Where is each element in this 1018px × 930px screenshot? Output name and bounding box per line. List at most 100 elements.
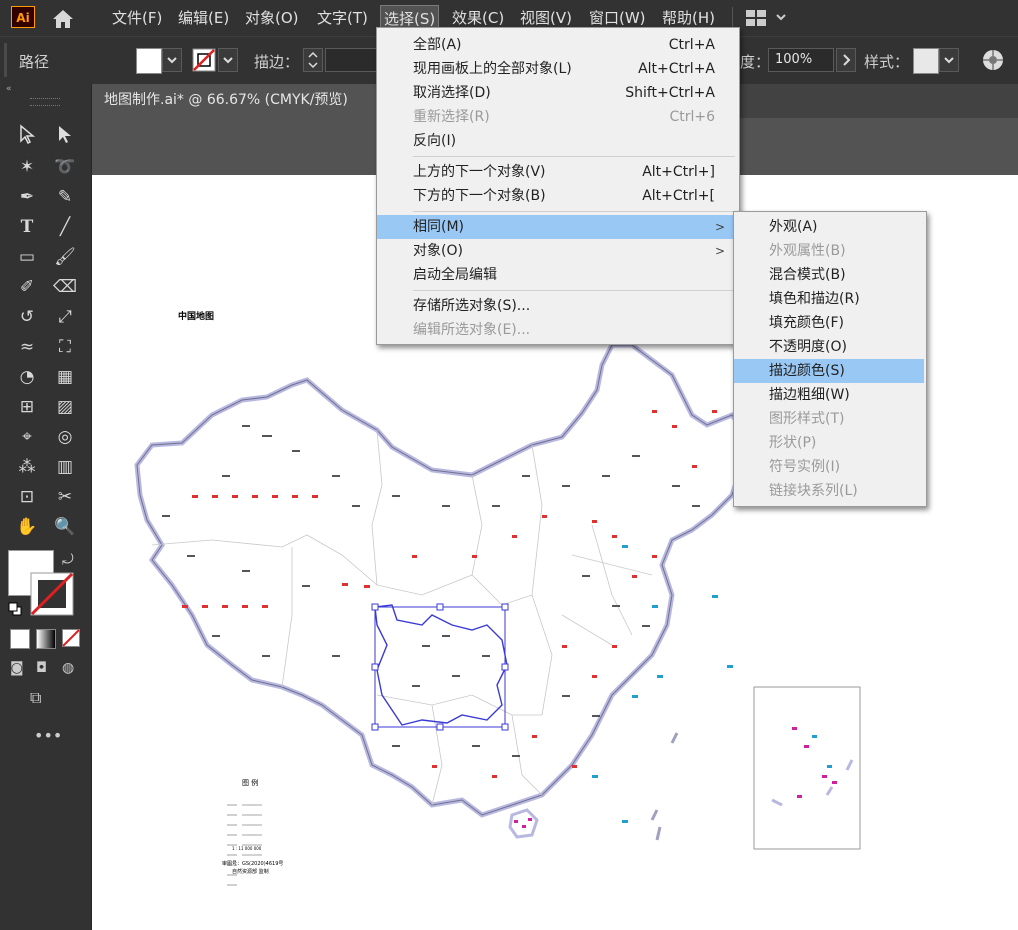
rectangle-tool-icon[interactable]: ▭ — [14, 246, 40, 268]
selection-tool-icon[interactable] — [14, 124, 40, 146]
stroke-label: 描边： — [254, 53, 300, 71]
menu-separator — [413, 211, 735, 212]
mesh-tool-icon[interactable]: ⊞ — [14, 396, 40, 418]
eraser-tool-icon[interactable]: ⌫ — [52, 276, 78, 298]
menu-item-save-selection[interactable]: 存储所选对象(S)... — [377, 294, 737, 318]
fill-dropdown-chevron-icon[interactable] — [162, 48, 182, 72]
menu-item-same[interactable]: 相同(M) > — [377, 215, 737, 239]
type-tool-icon[interactable]: T — [14, 216, 40, 238]
menu-item-next-object-above[interactable]: 上方的下一个对象(V) Alt+Ctrl+] — [377, 160, 737, 184]
menu-separator — [413, 156, 735, 157]
width-tool-icon[interactable]: ≈ — [14, 336, 40, 358]
approval-number: 审图号：GS(2020)4619号 — [222, 860, 283, 867]
eyedropper-tool-icon[interactable]: ⌖ — [14, 426, 40, 448]
menu-item-start-global-edit[interactable]: 启动全局编辑 — [377, 263, 737, 287]
submenu-item-fill-and-stroke[interactable]: 填色和描边(R) — [734, 287, 924, 311]
submenu-item-graphic-style: 图形样式(T) — [769, 411, 845, 427]
collapse-panel-icon[interactable]: « — [6, 84, 85, 96]
none-mode-icon[interactable] — [62, 629, 80, 647]
workspace-switcher-icon[interactable] — [746, 10, 790, 30]
perspective-grid-tool-icon[interactable]: ▦ — [52, 366, 78, 388]
select-menu-dropdown: 全部(A) Ctrl+A 现用画板上的全部对象(L) Alt+Ctrl+A 取消选择… — [376, 27, 740, 345]
direct-selection-tool-icon[interactable] — [52, 124, 78, 146]
opacity-label: 度： — [740, 53, 771, 71]
slice-tool-icon[interactable]: ✂ — [52, 486, 78, 508]
menu-item-edit-selection: 编辑所选对象(E)... — [413, 322, 531, 338]
gradient-tool-icon[interactable]: ▨ — [52, 396, 78, 418]
paintbrush-tool-icon[interactable]: 🖌 — [52, 246, 78, 268]
menu-edit[interactable]: 编辑(E) — [178, 0, 229, 36]
edit-toolbar-more-icon[interactable]: ••• — [34, 726, 62, 745]
home-icon[interactable] — [50, 8, 76, 30]
stroke-color-box[interactable] — [30, 572, 74, 616]
pen-tool-icon[interactable]: ✒ — [14, 186, 40, 208]
symbol-sprayer-tool-icon[interactable]: ⁂ — [14, 456, 40, 478]
submenu-arrow-icon: > — [714, 244, 725, 258]
menu-item-object[interactable]: 对象(O) > — [377, 239, 737, 263]
free-transform-tool-icon[interactable]: ⛶ — [52, 336, 78, 358]
menu-item-deselect[interactable]: 取消选择(D) Shift+Ctrl+A — [377, 81, 737, 105]
app-logo-icon: Ai — [11, 6, 35, 28]
zoom-tool-icon[interactable]: 🔍 — [52, 516, 78, 538]
submenu-item-shape: 形状(P) — [769, 435, 817, 451]
hand-tool-icon[interactable]: ✋ — [14, 516, 40, 538]
object-type-label: 路径 — [19, 53, 50, 71]
draw-inside-icon[interactable]: ◍ — [62, 660, 80, 678]
draw-behind-icon[interactable]: ◘ — [36, 660, 54, 678]
stroke-weight-stepper[interactable] — [303, 48, 323, 72]
submenu-item-opacity[interactable]: 不透明度(O) — [734, 335, 924, 359]
opacity-arrow-icon[interactable] — [836, 48, 856, 72]
shape-builder-tool-icon[interactable]: ◔ — [14, 366, 40, 388]
stroke-weight-input[interactable] — [325, 48, 377, 72]
magic-wand-tool-icon[interactable]: ✶ — [14, 156, 40, 178]
default-colors-icon[interactable] — [8, 602, 22, 616]
swap-fill-stroke-icon[interactable]: ⤾ — [62, 552, 74, 568]
submenu-item-appearance[interactable]: 外观(A) — [734, 215, 924, 239]
menu-object[interactable]: 对象(O) — [245, 0, 299, 36]
stroke-dropdown-chevron-icon[interactable] — [218, 48, 238, 72]
scale-tool-icon[interactable]: ⤢ — [52, 306, 78, 328]
draw-normal-icon[interactable]: ◙ — [10, 660, 28, 678]
submenu-item-stroke-color[interactable]: 描边颜色(S) — [734, 359, 924, 383]
recolor-artwork-icon[interactable] — [982, 49, 1004, 75]
gradient-mode-icon[interactable] — [36, 629, 56, 649]
blend-tool-icon[interactable]: ◎ — [52, 426, 78, 448]
same-submenu: 外观(A) 外观属性(B) 混合模式(B) 填色和描边(R) 填充颜色(F) 不… — [733, 211, 927, 507]
style-label: 样式： — [864, 53, 910, 71]
menu-file[interactable]: 文件(F) — [112, 0, 162, 36]
submenu-item-appearance-attribute: 外观属性(B) — [769, 243, 846, 259]
toolbar-grip[interactable] — [30, 98, 60, 106]
fill-swatch[interactable] — [136, 48, 162, 74]
column-graph-tool-icon[interactable]: ▥ — [52, 456, 78, 478]
panel-grip[interactable] — [4, 43, 7, 77]
artboard-tool-icon[interactable]: ⊡ — [14, 486, 40, 508]
submenu-arrow-icon: > — [714, 220, 725, 234]
legend-scale: 1 : 11 000 000 — [232, 846, 262, 851]
submenu-item-fill-color[interactable]: 填充颜色(F) — [734, 311, 924, 335]
menubar-divider — [732, 7, 733, 29]
menu-item-reselect: 重新选择(R) Ctrl+6 — [413, 109, 715, 125]
menu-item-inverse[interactable]: 反向(I) — [377, 129, 737, 153]
submenu-item-stroke-weight[interactable]: 描边粗细(W) — [734, 383, 924, 407]
menu-item-all-on-artboard[interactable]: 现用画板上的全部对象(L) Alt+Ctrl+A — [377, 57, 737, 81]
stroke-swatch-none[interactable] — [192, 48, 216, 72]
lasso-tool-icon[interactable]: ➰ — [52, 156, 78, 178]
publisher-credit: 自然资源部 监制 — [232, 868, 269, 875]
tools-panel: « ✶ ➰ ✒ ✎ T ╱ ▭ 🖌 ✐ ⌫ ↺ ⤢ ≈ ⛶ ◔ ▦ ⊞ ▨ ⌖ … — [0, 84, 92, 930]
submenu-item-blending-mode[interactable]: 混合模式(B) — [734, 263, 924, 287]
rotate-tool-icon[interactable]: ↺ — [14, 306, 40, 328]
menu-item-all[interactable]: 全部(A) Ctrl+A — [377, 33, 737, 57]
opacity-input[interactable]: 100% — [768, 48, 834, 72]
screen-mode-icon[interactable]: ⧉ — [30, 688, 60, 710]
submenu-item-symbol-instance: 符号实例(I) — [769, 459, 841, 475]
menu-item-next-object-below[interactable]: 下方的下一个对象(B) Alt+Ctrl+[ — [377, 184, 737, 208]
shaper-tool-icon[interactable]: ✐ — [14, 276, 40, 298]
document-tab[interactable]: 地图制作.ai* @ 66.67% (CMYK/预览) — [92, 84, 382, 118]
submenu-item-link-block-series: 链接块系列(L) — [769, 483, 858, 499]
graphic-style-swatch[interactable] — [913, 48, 939, 74]
curvature-tool-icon[interactable]: ✎ — [52, 186, 78, 208]
style-dropdown-chevron-icon[interactable] — [939, 48, 959, 72]
menu-type[interactable]: 文字(T) — [317, 0, 368, 36]
color-mode-icon[interactable] — [10, 629, 30, 649]
line-segment-tool-icon[interactable]: ╱ — [52, 216, 78, 238]
